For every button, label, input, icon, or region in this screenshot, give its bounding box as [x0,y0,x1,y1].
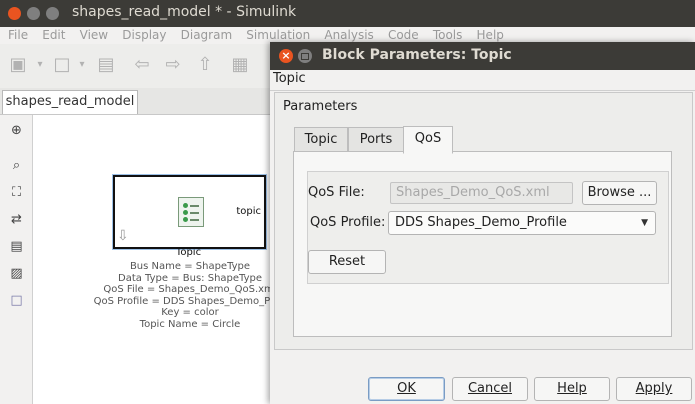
menu-display[interactable]: Display [122,27,166,43]
block-annotation: Bus Name = ShapeType Data Type = Bus: Sh… [80,261,300,331]
hide-browser-icon[interactable]: ⊕ [9,123,24,138]
annotation-line: Key = color [161,307,219,319]
chevron-down-icon[interactable]: ▾ [30,55,50,75]
ok-button[interactable]: OK [368,377,445,401]
down-arrow-icon: ⇩ [117,228,129,244]
help-button[interactable]: Help [534,377,610,401]
restore-icon[interactable] [298,49,312,63]
chevron-down-icon[interactable]: ▾ [72,55,92,75]
block-name: Topic [175,247,202,258]
save-icon[interactable]: ▤ [96,55,116,75]
annotation-line: QoS File = Shapes_Demo_QoS.xml [103,284,277,296]
menu-edit[interactable]: Edit [42,27,65,43]
reset-button[interactable]: Reset [308,250,386,274]
browse-button[interactable]: Browse ... [582,181,657,205]
zoom-icon[interactable]: ⌕ [9,158,24,173]
topic-block[interactable]: topic ⇩ [113,175,266,249]
qos-file-field[interactable]: Shapes_Demo_QoS.xml [390,182,573,204]
menu-simulation[interactable]: Simulation [246,27,310,43]
image-icon[interactable]: ▨ [9,266,24,281]
forward-icon[interactable]: ⇨ [163,55,183,75]
fit-icon[interactable]: ⛶ [9,185,24,200]
menu-diagram[interactable]: Diagram [181,27,233,43]
tab-qos[interactable]: QoS [403,126,453,154]
qos-file-label: QoS File: [308,185,365,200]
menu-help[interactable]: Help [477,27,504,43]
simulink-titlebar: shapes_read_model * - Simulink [0,0,695,27]
qos-profile-value: DDS Shapes_Demo_Profile [395,215,567,230]
menu-view[interactable]: View [80,27,108,43]
parameters-label: Parameters [283,99,358,114]
annotation-line: QoS Profile = DDS Shapes_Demo_Profi [93,295,287,307]
block-icon [178,197,204,227]
new-model-icon[interactable]: ▣ [8,55,28,75]
chevron-down-icon: ▼ [641,218,648,228]
menu-code[interactable]: Code [388,27,419,43]
block-parameters-dialog: × Block Parameters: Topic Topic Paramete… [270,42,695,404]
qos-profile-dropdown[interactable]: DDS Shapes_Demo_Profile ▼ [388,211,656,235]
menu-file[interactable]: File [8,27,28,43]
library-icon[interactable]: ▦ [230,55,250,75]
annotation-line: Topic Name = Circle [139,318,241,330]
open-icon[interactable]: □ [52,55,72,75]
apply-button[interactable]: Apply [616,377,692,401]
menu-tools[interactable]: Tools [433,27,463,43]
route-icon[interactable]: ⇄ [9,212,24,227]
close-icon[interactable] [8,7,21,20]
maximize-icon[interactable] [46,7,59,20]
area-icon[interactable]: □ [9,293,24,308]
window-title: shapes_read_model * - Simulink [72,4,297,20]
menu-analysis[interactable]: Analysis [324,27,373,43]
qos-profile-label: QoS Profile: [310,215,386,230]
tool-palette: ⊕ ⌕ ⛶ ⇄ ▤ ▨ □ [0,115,33,404]
annotation-line: Data Type = Bus: ShapeType [118,272,262,284]
model-tab[interactable]: shapes_read_model [2,90,138,114]
tab-ports[interactable]: Ports [348,127,404,153]
tab-topic[interactable]: Topic [294,127,348,153]
divider [270,90,695,91]
dialog-header: Topic [273,71,306,86]
minimize-icon[interactable] [27,7,40,20]
cancel-button[interactable]: Cancel [452,377,528,401]
back-icon[interactable]: ⇦ [132,55,152,75]
dialog-titlebar: × Block Parameters: Topic [270,42,695,70]
annotation-line: Bus Name = ShapeType [129,261,251,272]
close-icon[interactable]: × [279,49,293,63]
annotation-icon[interactable]: ▤ [9,239,24,254]
block-port-label: topic [236,206,261,217]
up-icon[interactable]: ⇧ [195,55,215,75]
dialog-title: Block Parameters: Topic [322,47,512,63]
